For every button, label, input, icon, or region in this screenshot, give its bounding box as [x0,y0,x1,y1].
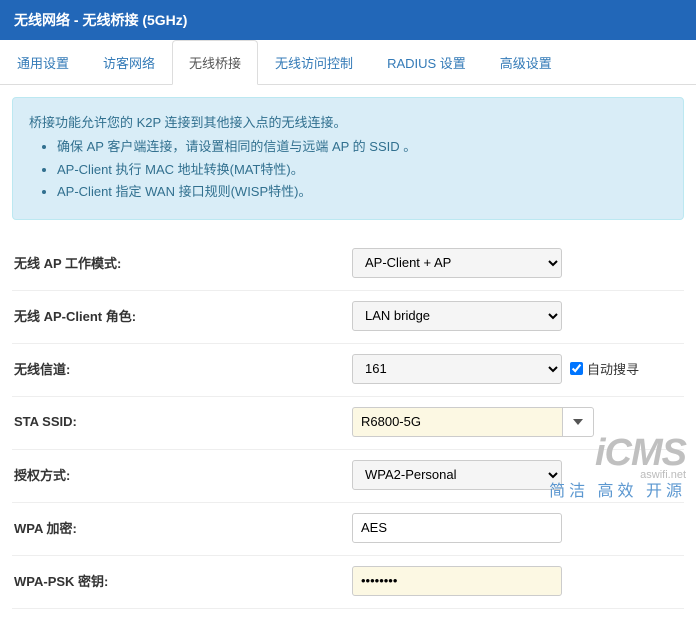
label-wpa-enc: WPA 加密: [12,518,352,537]
input-sta-ssid[interactable] [352,407,562,437]
row-channel: 无线信道: 161 自动搜寻 [12,344,684,397]
input-wpa-psk[interactable] [352,566,562,596]
info-box: 桥接功能允许您的 K2P 连接到其他接入点的无线连接。 确保 AP 客户端连接，… [12,97,684,220]
page-title: 无线网络 - 无线桥接 (5GHz) [0,0,696,40]
auto-search-label: 自动搜寻 [587,359,639,378]
label-sta-ssid: STA SSID: [12,414,352,429]
row-wpa-psk: WPA-PSK 密钥: [12,556,684,609]
info-item: AP-Client 指定 WAN 接口规则(WISP特性)。 [57,182,667,202]
row-wpa-enc: WPA 加密: [12,503,684,556]
label-client-role: 无线 AP-Client 角色: [12,306,352,325]
info-item: 确保 AP 客户端连接，请设置相同的信道与远端 AP 的 SSID 。 [57,137,667,157]
input-wpa-enc[interactable] [352,513,562,543]
label-ap-mode: 无线 AP 工作模式: [12,253,352,272]
tab-bridge[interactable]: 无线桥接 [172,40,258,85]
auto-search-wrap[interactable]: 自动搜寻 [570,359,639,378]
tab-radius[interactable]: RADIUS 设置 [370,40,483,85]
row-client-role: 无线 AP-Client 角色: LAN bridge [12,291,684,344]
tab-advanced[interactable]: 高级设置 [483,40,569,85]
select-ap-mode[interactable]: AP-Client + AP [352,248,562,278]
select-auth[interactable]: WPA2-Personal [352,460,562,490]
tab-access-control[interactable]: 无线访问控制 [258,40,370,85]
tab-general[interactable]: 通用设置 [0,40,86,85]
auto-search-checkbox[interactable] [570,362,583,375]
info-item: AP-Client 执行 MAC 地址转换(MAT特性)。 [57,160,667,180]
label-wpa-psk: WPA-PSK 密钥: [12,571,352,590]
info-intro: 桥接功能允许您的 K2P 连接到其他接入点的无线连接。 [29,112,667,131]
tab-guest[interactable]: 访客网络 [86,40,172,85]
select-client-role[interactable]: LAN bridge [352,301,562,331]
label-auth: 授权方式: [12,465,352,484]
ssid-dropdown-button[interactable] [562,407,594,437]
row-sta-ssid: STA SSID: [12,397,684,450]
chevron-down-icon [573,419,583,425]
row-auth: 授权方式: WPA2-Personal [12,450,684,503]
select-channel[interactable]: 161 [352,354,562,384]
label-channel: 无线信道: [12,359,352,378]
row-ap-mode: 无线 AP 工作模式: AP-Client + AP [12,238,684,291]
tab-bar: 通用设置 访客网络 无线桥接 无线访问控制 RADIUS 设置 高级设置 [0,40,696,85]
content-area: 桥接功能允许您的 K2P 连接到其他接入点的无线连接。 确保 AP 客户端连接，… [0,85,696,621]
